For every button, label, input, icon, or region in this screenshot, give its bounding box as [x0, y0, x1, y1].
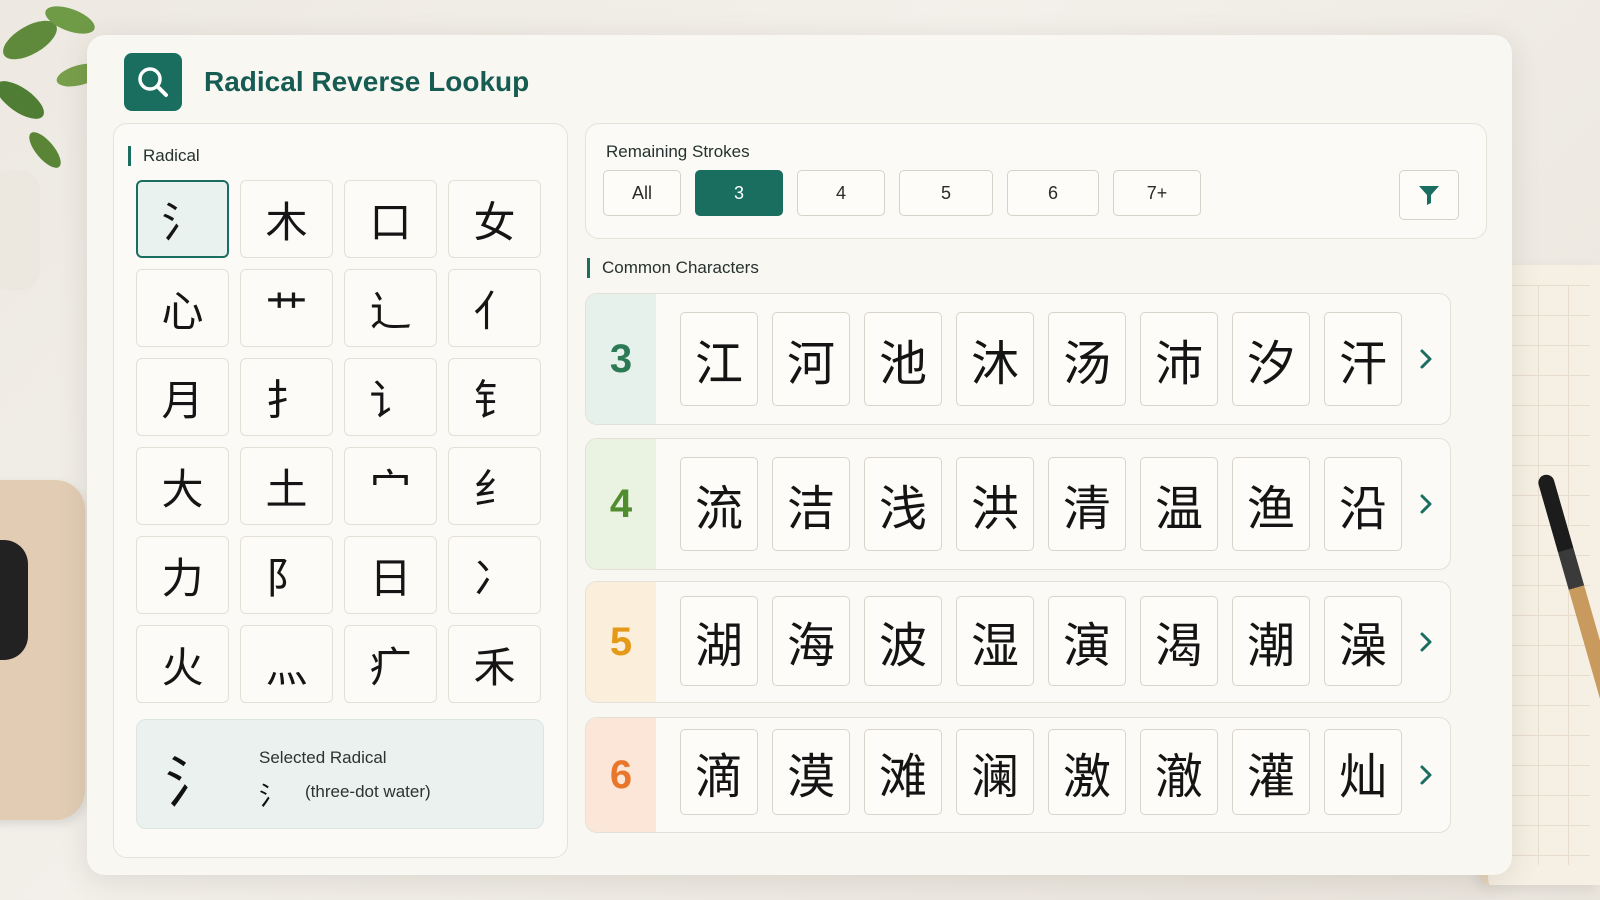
character-cell[interactable]: 流 [680, 457, 758, 551]
character-cell[interactable]: 清 [1048, 457, 1126, 551]
character-cell[interactable]: 洁 [772, 457, 850, 551]
common-characters-label: Common Characters [587, 258, 759, 278]
character-cell[interactable]: 沛 [1140, 312, 1218, 406]
radical-cell[interactable]: 扌 [240, 358, 333, 436]
character-cell[interactable]: 澡 [1324, 596, 1402, 686]
character-cell[interactable]: 浅 [864, 457, 942, 551]
selected-radical-description: (three-dot water) [305, 782, 431, 801]
character-cell[interactable]: 江 [680, 312, 758, 406]
radical-cell[interactable]: 钅 [448, 358, 541, 436]
character-row: 4流洁浅洪清温渔沿 [585, 438, 1451, 570]
character-cell[interactable]: 河 [772, 312, 850, 406]
stroke-option-button[interactable]: 7+ [1113, 170, 1201, 216]
character-cell[interactable]: 波 [864, 596, 942, 686]
radical-cell[interactable]: 火 [136, 625, 229, 703]
character-row: 6滴漠滩澜激澈灌灿 [585, 717, 1451, 833]
character-cell[interactable]: 池 [864, 312, 942, 406]
filter-icon [1419, 186, 1439, 205]
character-cell[interactable]: 澈 [1140, 729, 1218, 815]
character-cell[interactable]: 洪 [956, 457, 1034, 551]
search-icon[interactable] [124, 53, 182, 111]
radical-cell[interactable]: 亻 [448, 269, 541, 347]
selected-radical-label: Selected Radical [259, 748, 387, 767]
stroke-option-button[interactable]: 4 [797, 170, 885, 216]
character-cell[interactable]: 汗 [1324, 312, 1402, 406]
radical-cell[interactable]: 女 [448, 180, 541, 258]
character-cell[interactable]: 滴 [680, 729, 758, 815]
radical-cell[interactable]: 口 [344, 180, 437, 258]
character-cell[interactable]: 沿 [1324, 457, 1402, 551]
filter-button[interactable] [1399, 170, 1459, 220]
character-cell[interactable]: 湿 [956, 596, 1034, 686]
ink-stone-decoration [0, 540, 28, 660]
radical-cell[interactable]: 辶 [344, 269, 437, 347]
header: Radical Reverse Lookup [124, 53, 529, 111]
character-cell[interactable]: 沐 [956, 312, 1034, 406]
character-cell[interactable]: 渴 [1140, 596, 1218, 686]
stroke-count-label: 6 [586, 718, 656, 832]
character-cell[interactable]: 汤 [1048, 312, 1126, 406]
chevron-right-icon[interactable] [1414, 294, 1438, 424]
page-title: Radical Reverse Lookup [204, 66, 530, 97]
selected-radical-box: 氵 Selected Radical 氵 (three-dot water) [136, 719, 544, 829]
character-cell[interactable]: 漠 [772, 729, 850, 815]
stroke-count-label: 4 [586, 439, 656, 569]
character-cell[interactable]: 海 [772, 596, 850, 686]
character-cell[interactable]: 演 [1048, 596, 1126, 686]
radical-cell[interactable]: 木 [240, 180, 333, 258]
radical-cell[interactable]: 月 [136, 358, 229, 436]
radical-cell[interactable]: 冫 [448, 536, 541, 614]
radical-cell[interactable]: 讠 [344, 358, 437, 436]
character-cell[interactable]: 渔 [1232, 457, 1310, 551]
stroke-option-button[interactable]: 3 [695, 170, 783, 216]
radical-cell[interactable]: 艹 [240, 269, 333, 347]
character-cell[interactable]: 灌 [1232, 729, 1310, 815]
stroke-option-button[interactable]: 6 [1007, 170, 1099, 216]
character-row: 5湖海波湿演渴潮澡 [585, 581, 1451, 703]
radical-cell[interactable]: 疒 [344, 625, 437, 703]
radical-section-label: Radical [128, 146, 200, 166]
radical-cell[interactable]: 灬 [240, 625, 333, 703]
strokes-label: Remaining Strokes [606, 142, 750, 161]
radical-cell[interactable]: 力 [136, 536, 229, 614]
character-cell[interactable]: 澜 [956, 729, 1034, 815]
character-cell[interactable]: 湖 [680, 596, 758, 686]
stroke-count-label: 3 [586, 294, 656, 424]
stroke-option-button[interactable]: All [603, 170, 681, 216]
radical-cell[interactable]: 心 [136, 269, 229, 347]
radical-cell[interactable]: 土 [240, 447, 333, 525]
character-cell[interactable]: 温 [1140, 457, 1218, 551]
character-cell[interactable]: 激 [1048, 729, 1126, 815]
radical-grid: 氵木口女心艹辶亻月扌讠钅大土宀纟力阝日冫火灬疒禾 [136, 180, 541, 703]
character-cell[interactable]: 灿 [1324, 729, 1402, 815]
character-cell[interactable]: 汐 [1232, 312, 1310, 406]
radical-cell[interactable]: 宀 [344, 447, 437, 525]
character-cell[interactable]: 滩 [864, 729, 942, 815]
chevron-right-icon[interactable] [1414, 582, 1438, 702]
radical-cell[interactable]: 纟 [448, 447, 541, 525]
selected-radical-glyph: 氵 [165, 751, 221, 816]
radical-cell[interactable]: 大 [136, 447, 229, 525]
stroke-option-button[interactable]: 5 [899, 170, 993, 216]
selected-radical-small-glyph: 氵 [259, 782, 286, 812]
chevron-right-icon[interactable] [1414, 718, 1438, 832]
radical-cell[interactable]: 氵 [136, 180, 229, 258]
stroke-filter-buttons: All 3 4 5 6 7+ [603, 170, 1201, 216]
chevron-right-icon[interactable] [1414, 439, 1438, 569]
radical-cell[interactable]: 日 [344, 536, 437, 614]
radical-cell[interactable]: 阝 [240, 536, 333, 614]
character-cell[interactable]: 潮 [1232, 596, 1310, 686]
radical-panel: Radical 氵木口女心艹辶亻月扌讠钅大土宀纟力阝日冫火灬疒禾 氵 Selec… [113, 123, 568, 858]
strokes-panel: Remaining Strokes All 3 4 5 6 7+ [585, 123, 1487, 239]
stroke-count-label: 5 [586, 582, 656, 702]
radical-cell[interactable]: 禾 [448, 625, 541, 703]
app-window: Radical Reverse Lookup Radical 氵木口女心艹辶亻月… [87, 35, 1512, 875]
character-row: 3江河池沐汤沛汐汗 [585, 293, 1451, 425]
